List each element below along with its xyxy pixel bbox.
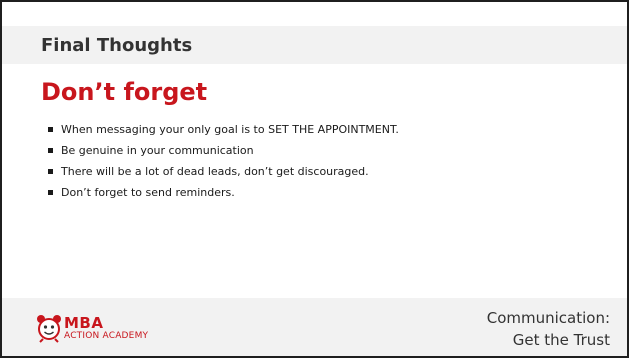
- slide: Final Thoughts Don’t forget When messagi…: [0, 0, 629, 358]
- bullet-item: There will be a lot of dead leads, don’t…: [48, 165, 608, 179]
- logo-wordmark: MBA: [64, 314, 104, 332]
- bullet-item: Don’t forget to send reminders.: [48, 186, 608, 200]
- bullet-item: When messaging your only goal is to SET …: [48, 123, 608, 137]
- footer-topic: Communication: Get the Trust: [487, 307, 610, 351]
- footer-topic-line2: Get the Trust: [512, 331, 610, 349]
- slide-heading: Don’t forget: [41, 78, 208, 106]
- section-title: Final Thoughts: [41, 35, 193, 56]
- bullet-item: Be genuine in your communication: [48, 144, 608, 158]
- bullet-list: When messaging your only goal is to SET …: [48, 123, 608, 207]
- alarm-clock-mascot-icon: [37, 315, 61, 343]
- footer-topic-line1: Communication:: [486, 309, 610, 327]
- brand-logo: MBA ACTION ACADEMY: [34, 313, 184, 343]
- logo-subtitle: ACTION ACADEMY: [64, 331, 149, 341]
